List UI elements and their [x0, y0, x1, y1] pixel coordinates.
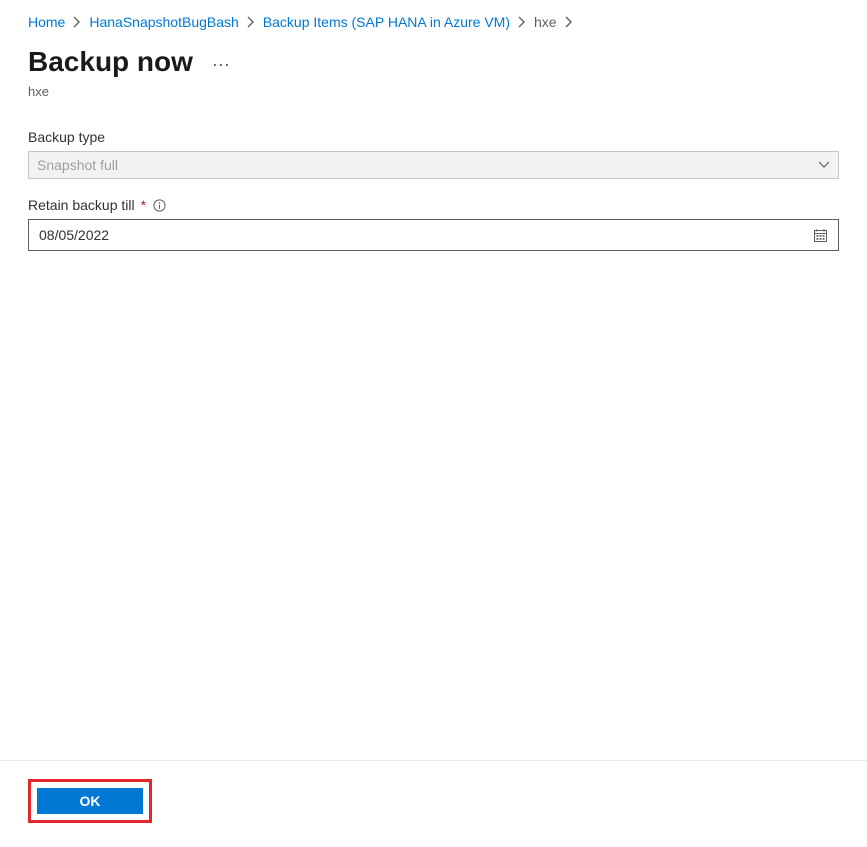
breadcrumb-link-home[interactable]: Home: [28, 14, 65, 30]
info-icon[interactable]: [152, 198, 166, 212]
chevron-right-icon: [565, 16, 573, 28]
backup-type-label-text: Backup type: [28, 129, 105, 145]
ellipsis-icon: ⋯: [212, 55, 230, 76]
breadcrumb-link-backup-items[interactable]: Backup Items (SAP HANA in Azure VM): [263, 14, 510, 30]
backup-type-value: Snapshot full: [37, 157, 118, 173]
ok-button[interactable]: OK: [37, 788, 143, 814]
required-indicator: *: [141, 197, 146, 213]
field-backup-type: Backup type Snapshot full: [28, 129, 839, 179]
chevron-right-icon: [518, 16, 526, 28]
calendar-icon[interactable]: [813, 228, 828, 243]
page-title: Backup now: [28, 46, 193, 78]
backup-type-dropdown[interactable]: Snapshot full: [28, 151, 839, 179]
backup-form: Backup type Snapshot full Retain backup …: [0, 129, 867, 251]
page-header: Backup now ⋯: [0, 38, 867, 84]
retain-till-label-text: Retain backup till: [28, 197, 135, 213]
backup-type-label: Backup type: [28, 129, 839, 145]
retain-till-input[interactable]: 08/05/2022: [28, 219, 839, 251]
footer: OK: [0, 760, 867, 847]
ok-button-highlight: OK: [28, 779, 152, 823]
retain-till-label: Retain backup till *: [28, 197, 839, 213]
breadcrumb-link-resource[interactable]: HanaSnapshotBugBash: [89, 14, 238, 30]
page-subtitle: hxe: [0, 84, 867, 129]
breadcrumb-current[interactable]: hxe: [534, 14, 557, 30]
breadcrumb: Home HanaSnapshotBugBash Backup Items (S…: [0, 0, 867, 38]
retain-till-value: 08/05/2022: [39, 227, 109, 243]
field-retain-till: Retain backup till * 08/05/2022: [28, 197, 839, 251]
more-actions-button[interactable]: ⋯: [209, 50, 233, 74]
chevron-right-icon: [247, 16, 255, 28]
chevron-down-icon: [818, 161, 830, 169]
chevron-right-icon: [73, 16, 81, 28]
